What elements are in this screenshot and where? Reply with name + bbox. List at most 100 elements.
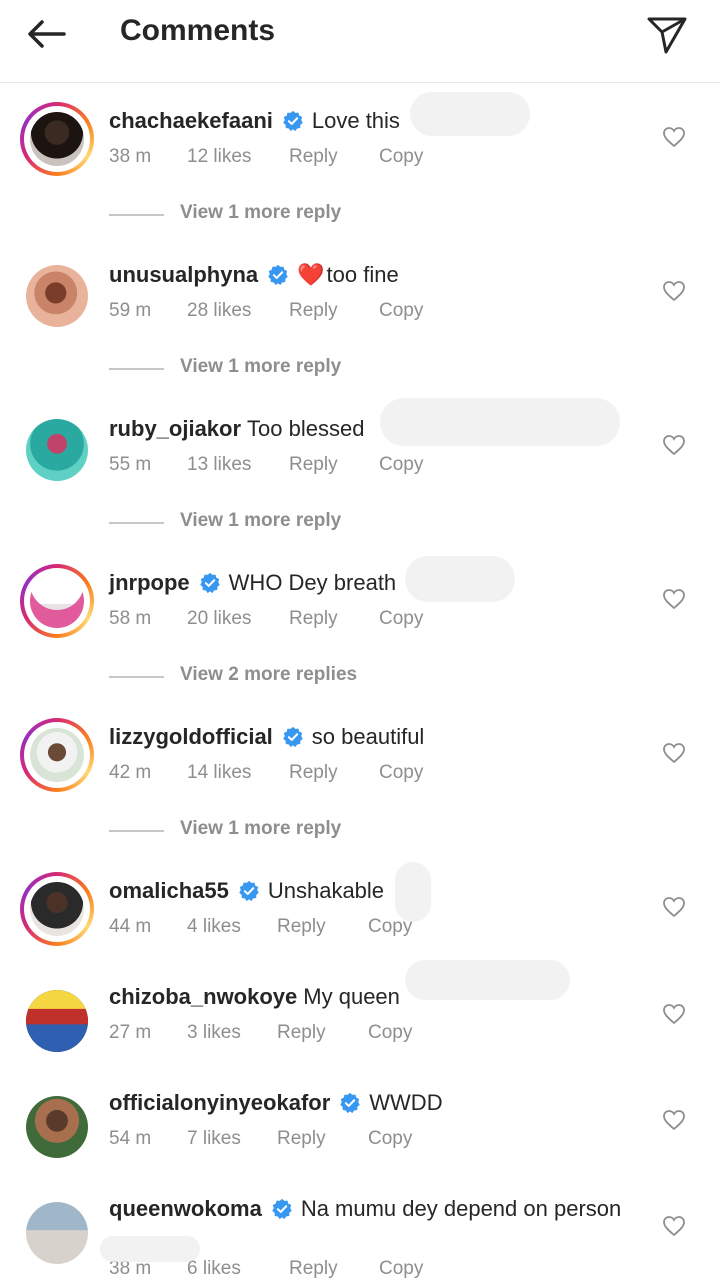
copy-button[interactable]: Copy: [368, 1022, 412, 1044]
redaction-smudge: [380, 398, 620, 446]
avatar[interactable]: [20, 564, 94, 638]
comment-likes[interactable]: 28 likes: [187, 300, 251, 322]
avatar[interactable]: [20, 718, 94, 792]
comment-time: 55 m: [109, 454, 152, 475]
copy-button[interactable]: Copy: [379, 762, 423, 784]
comment-username[interactable]: chachaekefaani: [109, 108, 273, 134]
verified-badge-icon: [268, 264, 288, 286]
like-heart-icon[interactable]: [662, 588, 686, 610]
verified-badge-icon: [283, 110, 303, 132]
comment-username[interactable]: queenwokoma: [109, 1196, 262, 1222]
comment-text: too fine: [326, 262, 399, 287]
page-title: Comments: [120, 14, 276, 47]
comment-item: lizzygoldofficial so beautiful 42 m 14 l…: [0, 718, 720, 858]
like-heart-icon[interactable]: [662, 1109, 686, 1131]
comment-likes[interactable]: 20 likes: [187, 608, 251, 630]
comment-likes[interactable]: 4 likes: [187, 916, 241, 938]
comment-item: omalicha55 Unshakable 44 m 4 likes Reply…: [0, 872, 720, 962]
comment-time: 54 m: [109, 1128, 152, 1149]
comment-likes[interactable]: 6 likes: [187, 1258, 241, 1280]
copy-button[interactable]: Copy: [379, 146, 423, 168]
comment-time: 58 m: [109, 608, 152, 629]
view-replies-label[interactable]: View 2 more replies: [180, 664, 357, 686]
comment-time: 42 m: [109, 762, 152, 783]
comment-item: queenwokoma Na mumu dey depend on person…: [0, 1196, 720, 1279]
comment-likes[interactable]: 7 likes: [187, 1128, 241, 1150]
avatar[interactable]: [20, 259, 94, 333]
view-replies-label[interactable]: View 1 more reply: [180, 818, 341, 840]
view-replies[interactable]: View 1 more reply: [109, 510, 509, 536]
divider: [109, 368, 164, 370]
comment-username[interactable]: chizoba_nwokoye: [109, 984, 297, 1010]
copy-button[interactable]: Copy: [379, 454, 423, 476]
comment-username[interactable]: jnrpope: [109, 570, 190, 596]
like-heart-icon[interactable]: [662, 896, 686, 918]
comment-text: Unshakable: [267, 878, 385, 903]
paper-plane-icon[interactable]: [644, 10, 690, 56]
view-replies-label[interactable]: View 1 more reply: [180, 202, 341, 224]
verified-badge-icon: [272, 1198, 292, 1220]
view-replies[interactable]: View 2 more replies: [109, 664, 509, 690]
copy-button[interactable]: Copy: [368, 1128, 412, 1150]
comment-likes[interactable]: 13 likes: [187, 454, 251, 476]
avatar[interactable]: [20, 1090, 94, 1164]
avatar[interactable]: [20, 984, 94, 1058]
comment-time: 59 m: [109, 300, 152, 321]
copy-button[interactable]: Copy: [379, 608, 423, 630]
like-heart-icon[interactable]: [662, 280, 686, 302]
comment-text: Love this: [311, 108, 400, 133]
reply-button[interactable]: Reply: [277, 916, 326, 938]
reply-button[interactable]: Reply: [289, 1258, 338, 1280]
comment-username[interactable]: ruby_ojiakor: [109, 416, 241, 442]
like-heart-icon[interactable]: [662, 434, 686, 456]
view-replies[interactable]: View 1 more reply: [109, 356, 509, 382]
verified-badge-icon: [199, 572, 220, 594]
comment-text: so beautiful: [311, 724, 425, 749]
reply-button[interactable]: Reply: [289, 608, 338, 630]
comment-username[interactable]: officialonyinyeokafor: [109, 1090, 330, 1116]
comment-item: officialonyinyeokafor WWDD 54 m 7 likes …: [0, 1090, 720, 1180]
view-replies-label[interactable]: View 1 more reply: [180, 356, 341, 378]
view-replies[interactable]: View 1 more reply: [109, 818, 509, 844]
divider: [109, 214, 164, 216]
verified-badge-icon: [340, 1092, 360, 1114]
reply-button[interactable]: Reply: [289, 146, 338, 168]
comment-text: WHO Dey breath: [228, 570, 397, 595]
comment-text: WWDD: [369, 1090, 443, 1115]
redaction-smudge: [405, 556, 515, 602]
like-heart-icon[interactable]: [662, 1215, 686, 1237]
comment-item: jnrpope WHO Dey breath 58 m 20 likes Rep…: [0, 564, 720, 704]
back-arrow-icon[interactable]: [22, 14, 72, 54]
view-replies[interactable]: View 1 more reply: [109, 202, 509, 228]
comment-likes[interactable]: 14 likes: [187, 762, 251, 784]
comment-username[interactable]: omalicha55: [109, 878, 229, 904]
comment-username[interactable]: unusualphyna: [109, 262, 258, 288]
comment-text: My queen: [303, 984, 400, 1009]
avatar[interactable]: [20, 413, 94, 487]
comment-time: 38 m: [109, 146, 152, 167]
comment-time: 27 m: [109, 1022, 152, 1043]
divider: [109, 522, 164, 524]
reply-button[interactable]: Reply: [289, 762, 338, 784]
reply-button[interactable]: Reply: [277, 1128, 326, 1150]
copy-button[interactable]: Copy: [379, 300, 423, 322]
like-heart-icon[interactable]: [662, 742, 686, 764]
heart-emoji-icon: ❤️: [297, 262, 325, 287]
comment-likes[interactable]: 3 likes: [187, 1022, 241, 1044]
view-replies-label[interactable]: View 1 more reply: [180, 510, 341, 532]
comments-header: Comments: [0, 0, 720, 83]
like-heart-icon[interactable]: [662, 1003, 686, 1025]
verified-badge-icon: [283, 726, 303, 748]
comment-likes[interactable]: 12 likes: [187, 146, 251, 168]
avatar[interactable]: [20, 1196, 94, 1270]
verified-badge-icon: [239, 880, 259, 902]
reply-button[interactable]: Reply: [277, 1022, 326, 1044]
reply-button[interactable]: Reply: [289, 454, 338, 476]
avatar[interactable]: [20, 872, 94, 946]
reply-button[interactable]: Reply: [289, 300, 338, 322]
comment-item: chizoba_nwokoye My queen 27 m 3 likes Re…: [0, 984, 720, 1074]
like-heart-icon[interactable]: [662, 126, 686, 148]
avatar[interactable]: [20, 102, 94, 176]
comment-username[interactable]: lizzygoldofficial: [109, 724, 273, 750]
copy-button[interactable]: Copy: [379, 1258, 423, 1280]
